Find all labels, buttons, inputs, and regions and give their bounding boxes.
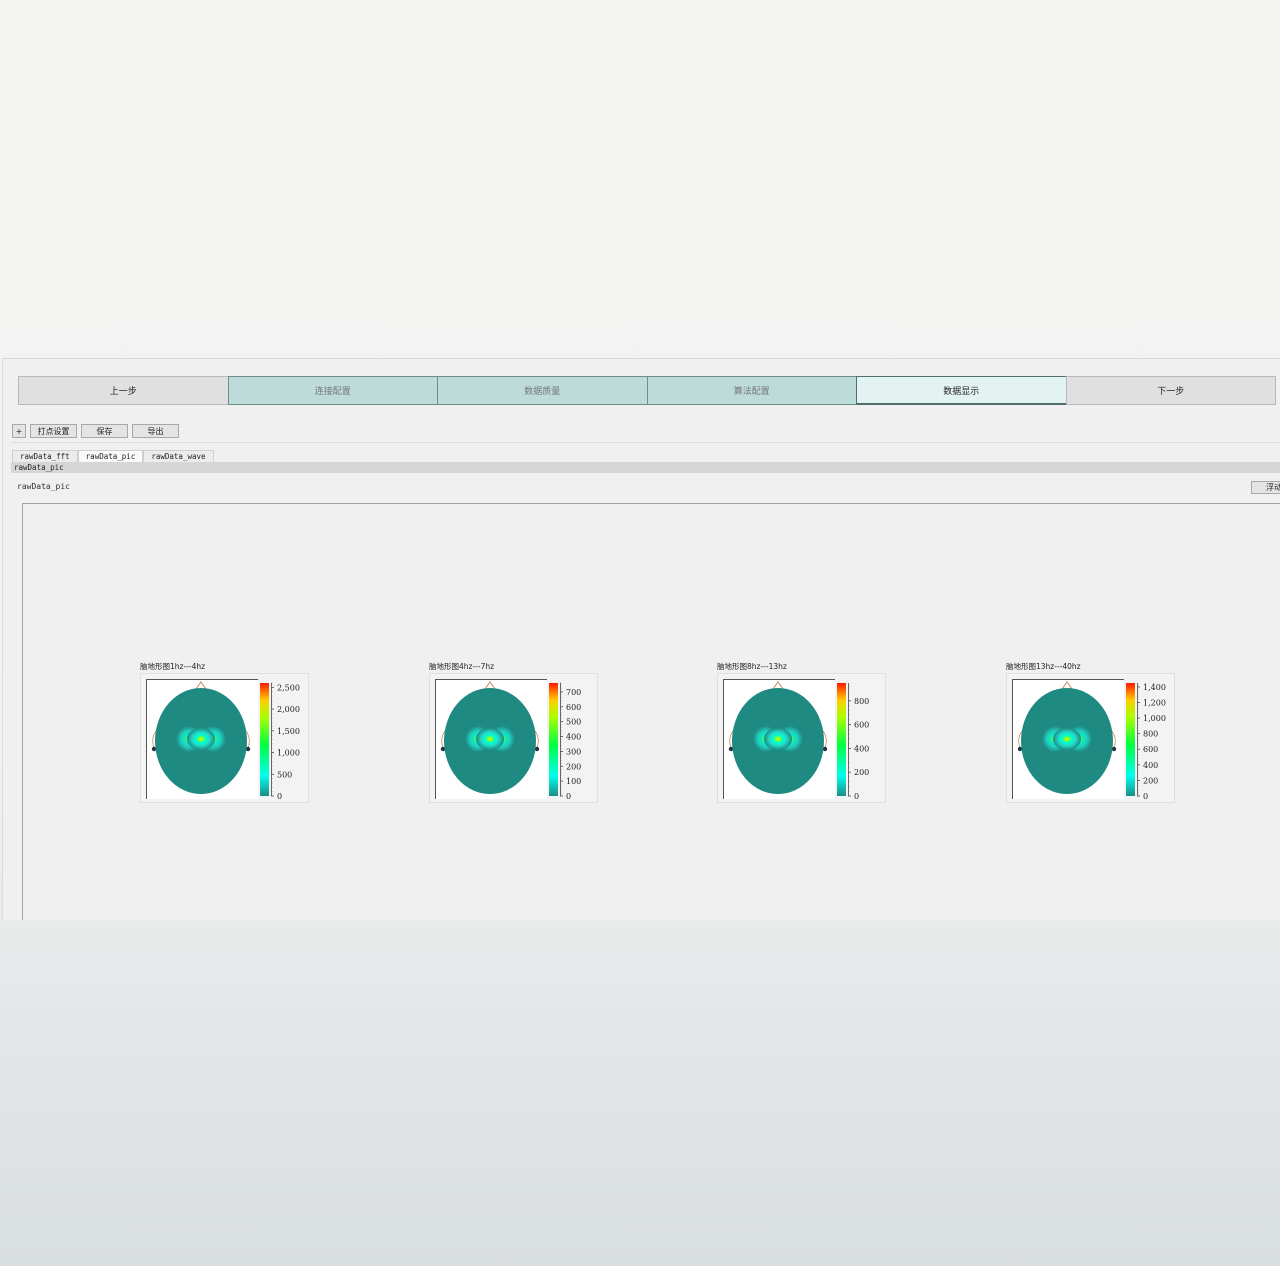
topomap-card: 脑地形图13hz---40hz 1,400 1,200 1,000 800 600 400… — [1006, 661, 1178, 806]
toolbar: + 打点设置 保存 导出 — [12, 424, 179, 438]
colorbar-tick-label: 1,200 — [1143, 698, 1166, 707]
tab-bar: rawData_fft rawData_pic rawData_wave — [12, 450, 214, 462]
topomap-card: 脑地形图4hz---7hz 700 600 500 400 300 200 100 0 — [429, 661, 601, 806]
colorbar-tick-label: 1,000 — [277, 749, 300, 758]
colorbar — [1126, 683, 1135, 796]
step-navigation: 上一步 连接配置 数据质量 算法配置 数据显示 下一步 — [18, 376, 1280, 405]
colorbar-tick-label: 600 — [566, 703, 581, 712]
colorbar-tick-label: 1,000 — [1143, 714, 1166, 723]
dock-title-bar: rawData_pic — [11, 462, 1280, 473]
colorbar-tick-label: 800 — [1143, 730, 1158, 739]
step-data-display[interactable]: 数据显示 — [856, 376, 1067, 405]
colorbar-tick-label: 2,000 — [277, 705, 300, 714]
colorbar-tick-label: 600 — [854, 721, 869, 730]
tab-rawdata-wave[interactable]: rawData_wave — [143, 450, 214, 462]
save-button[interactable]: 保存 — [81, 424, 128, 438]
activation-region — [187, 728, 215, 750]
colorbar-tick-label: 600 — [1143, 745, 1158, 754]
colorbar-tick-label: 200 — [1143, 776, 1158, 785]
topomap-plot: 2,500 2,000 1,500 1,000 500 0 — [146, 679, 300, 801]
activation-region — [476, 728, 504, 750]
topomap-plot: 700 600 500 400 300 200 100 0 — [435, 679, 581, 801]
colorbar-tick-label: 0 — [277, 792, 282, 801]
colorbar — [260, 683, 269, 796]
colorbar-tick-label: 500 — [566, 718, 581, 727]
tab-rawdata-fft[interactable]: rawData_fft — [12, 450, 78, 462]
mark-settings-button[interactable]: 打点设置 — [30, 424, 77, 438]
divider — [11, 442, 1280, 443]
colorbar-tick-label: 0 — [566, 792, 571, 801]
colorbar-tick-label: 300 — [566, 747, 581, 756]
colorbar-tick-label: 400 — [1143, 761, 1158, 770]
colorbar-tick-label: 1,400 — [1143, 683, 1166, 692]
add-button[interactable]: + — [12, 424, 26, 438]
topomap-card: 脑地形图8hz---13hz 800 600 400 200 0 — [717, 661, 889, 806]
colorbar-tick-label: 400 — [854, 744, 869, 753]
colorbar-tick-label: 800 — [854, 697, 869, 706]
colorbar-tick-label: 0 — [854, 792, 859, 801]
topomap-plot: 1,400 1,200 1,000 800 600 400 200 0 — [1012, 679, 1166, 801]
tab-rawdata-pic[interactable]: rawData_pic — [77, 450, 144, 462]
topomap-plot: 800 600 400 200 0 — [723, 679, 869, 801]
colorbar-tick-label: 2,500 — [277, 683, 300, 692]
prev-step-button[interactable]: 上一步 — [18, 376, 229, 405]
step-data-quality[interactable]: 数据质量 — [437, 376, 648, 405]
step-connection-config[interactable]: 连接配置 — [227, 376, 438, 405]
topomap-card: 脑地形图1hz---4hz 2,500 2,000 1,500 1,000 500 0 — [140, 661, 312, 806]
activation-region — [764, 728, 792, 750]
colorbar-tick-label: 1,500 — [277, 727, 300, 736]
colorbar — [837, 683, 846, 796]
colorbar-tick-label: 0 — [1143, 792, 1148, 801]
colorbar-tick-label: 200 — [566, 762, 581, 771]
colorbar-tick-label: 200 — [854, 768, 869, 777]
colorbar-tick-label: 400 — [566, 733, 581, 742]
next-step-button[interactable]: 下一步 — [1065, 376, 1276, 405]
colorbar-tick-label: 500 — [277, 770, 292, 779]
app-window: 上一步 连接配置 数据质量 算法配置 数据显示 下一步 + 打点设置 保存 导出… — [2, 358, 1280, 920]
step-algorithm-config[interactable]: 算法配置 — [646, 376, 857, 405]
colorbar — [549, 683, 558, 796]
colorbar-tick-label: 100 — [566, 777, 581, 786]
colorbar-tick-label: 700 — [566, 688, 581, 697]
export-button[interactable]: 导出 — [132, 424, 179, 438]
panel-title: rawData_pic — [17, 482, 70, 491]
activation-region — [1053, 728, 1081, 750]
float-button[interactable]: 浮动 — [1251, 481, 1280, 494]
